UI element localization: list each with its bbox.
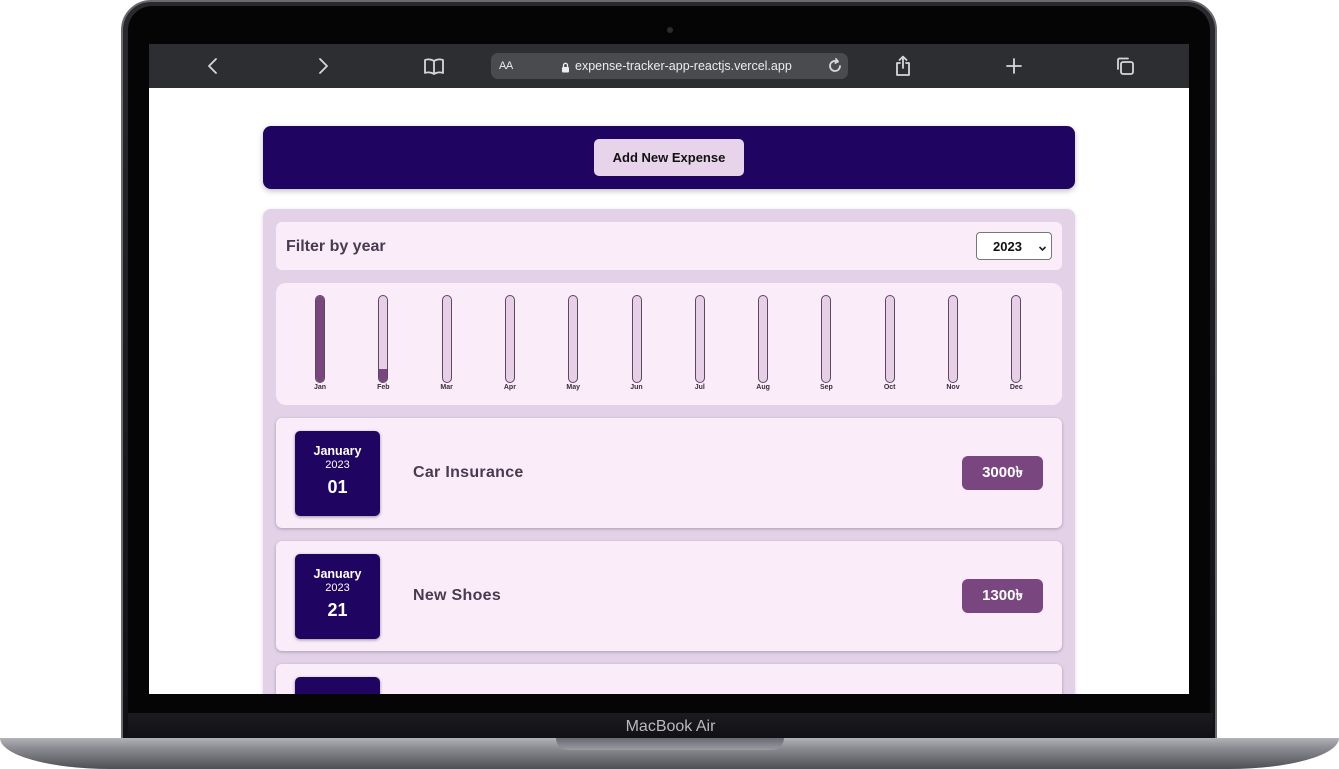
chart-bar-label: Jan [313, 384, 327, 391]
chart-bar-track [821, 295, 832, 383]
year-filter: Filter by year 2023 [276, 222, 1062, 270]
chart-bar-jul: Jul [680, 295, 720, 397]
expense-date [295, 677, 380, 694]
chart-bar-aug: Aug [743, 295, 783, 397]
year-select[interactable]: 2023 [976, 232, 1052, 260]
chart-bar-label: Apr [503, 384, 516, 391]
add-new-expense-button[interactable]: Add New Expense [594, 139, 744, 176]
filter-label: Filter by year [286, 238, 386, 255]
selected-year: 2023 [993, 238, 1022, 254]
chart-bar-label: Aug [756, 384, 770, 391]
expense-year: 2023 [325, 459, 350, 471]
expense-item[interactable]: January 2023 01 Car Insurance 3000৳ [276, 418, 1062, 528]
expense-title: New Shoes [413, 587, 502, 604]
laptop-notch [556, 738, 784, 750]
new-tab-icon[interactable] [1001, 53, 1027, 79]
new-expense-bar: Add New Expense [263, 126, 1075, 189]
lock-icon [561, 60, 570, 78]
chart-bar-label: May [566, 384, 580, 391]
bookmarks-icon[interactable] [421, 53, 447, 79]
chart-bar-jan: Jan [300, 295, 340, 397]
chart-bar-feb: Feb [363, 295, 403, 397]
screen: AA expense-tracker-app-reactjs.vercel.ap… [149, 44, 1189, 694]
chart-bar-label: Jul [694, 384, 705, 391]
chart-bar-oct: Oct [870, 295, 910, 397]
chart-bar-sep: Sep [806, 295, 846, 397]
monthly-expense-chart: Jan Feb Mar Apr May Jun Jul Aug Sep Oct Nov Dec [276, 283, 1062, 405]
chart-bar-label: Oct [883, 384, 896, 391]
text-size-button[interactable]: AA [499, 60, 513, 72]
chart-bar-apr: Apr [490, 295, 530, 397]
chart-bar-fill [316, 296, 324, 382]
forward-icon[interactable] [310, 53, 336, 79]
chart-bar-track [568, 295, 579, 383]
chart-bar-track [631, 295, 642, 383]
expense-item[interactable] [276, 664, 1062, 694]
expense-date: January 2023 01 [295, 431, 380, 516]
expense-month: January [313, 567, 362, 581]
chevron-down-icon [1038, 241, 1047, 256]
expense-day: 01 [327, 477, 348, 497]
camera-icon [667, 27, 673, 33]
chart-bar-track [504, 295, 515, 383]
share-icon[interactable] [890, 53, 916, 79]
expense-title: Car Insurance [413, 464, 524, 481]
chart-bar-jun: Jun [617, 295, 657, 397]
expense-item[interactable]: January 2023 21 New Shoes 1300৳ [276, 541, 1062, 651]
chart-bar-track [1011, 295, 1022, 383]
expense-amount: 3000৳ [962, 456, 1043, 490]
chart-bar-label: Nov [946, 384, 960, 391]
chart-bar-label: Mar [440, 384, 453, 391]
expense-month: January [313, 444, 362, 458]
reload-icon[interactable] [824, 53, 846, 79]
chart-bar-mar: Mar [427, 295, 467, 397]
app-page: Add New Expense Filter by year 2023 Jan F… [149, 88, 1189, 694]
chart-bar-track [315, 295, 325, 383]
chart-bar-fill [379, 369, 388, 382]
expenses-panel: Filter by year 2023 Jan Feb Mar Apr May Jun Ju… [263, 209, 1075, 694]
chart-bar-track [948, 295, 958, 383]
url-text: expense-tracker-app-reactjs.vercel.app [575, 59, 792, 73]
expense-year: 2023 [325, 582, 350, 594]
chart-bar-dec: Dec [996, 295, 1036, 397]
chart-bar-label: Jun [630, 384, 643, 391]
chart-bar-label: Dec [1009, 384, 1023, 391]
address-bar[interactable]: AA expense-tracker-app-reactjs.vercel.ap… [491, 53, 848, 79]
chart-bar-may: May [553, 295, 593, 397]
back-icon[interactable] [200, 53, 226, 79]
chart-bar-track [694, 295, 705, 383]
expense-date: January 2023 21 [295, 554, 380, 639]
chart-bar-label: Sep [819, 384, 833, 391]
browser-toolbar: AA expense-tracker-app-reactjs.vercel.ap… [149, 44, 1189, 88]
chart-bar-label: Feb [377, 384, 390, 391]
chart-bar-nov: Nov [933, 295, 973, 397]
tabs-overview-icon[interactable] [1112, 53, 1138, 79]
chart-bar-track [441, 295, 452, 383]
expense-amount: 1300৳ [962, 579, 1043, 613]
expense-day: 21 [327, 600, 348, 620]
device-label: MacBook Air [625, 718, 716, 735]
laptop-chin: MacBook Air [128, 713, 1213, 741]
chart-bar-track [378, 295, 389, 383]
chart-bar-track [758, 295, 769, 383]
chart-bar-track [884, 295, 895, 383]
